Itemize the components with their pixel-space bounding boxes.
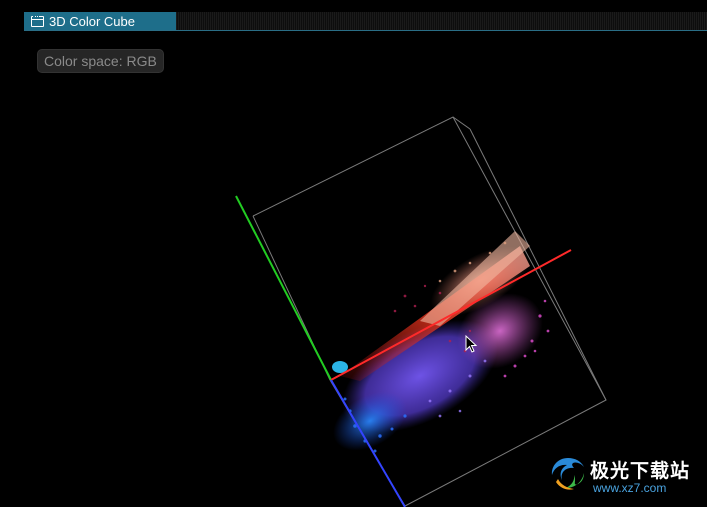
cube-edge [452,116,471,130]
title-bar: 3D Color Cube [24,12,707,31]
xz7-logo-icon [551,458,584,490]
window-title: 3D Color Cube [49,13,135,29]
green-axis [235,195,332,381]
3d-viewport[interactable] [0,31,707,507]
color-cube-app: 3D Color Cube Color space: RGB 极光下载站 www… [0,0,707,507]
color-cube-canvas[interactable] [0,31,707,507]
watermark: 极光下载站 www.xz7.com [548,452,700,500]
color-space-button[interactable]: Color space: RGB [37,49,164,73]
watermark-url: www.xz7.com [593,481,667,495]
window-title-tab[interactable]: 3D Color Cube [24,12,176,30]
watermark-brand: 极光下载站 [590,460,691,482]
window-icon [31,15,44,27]
